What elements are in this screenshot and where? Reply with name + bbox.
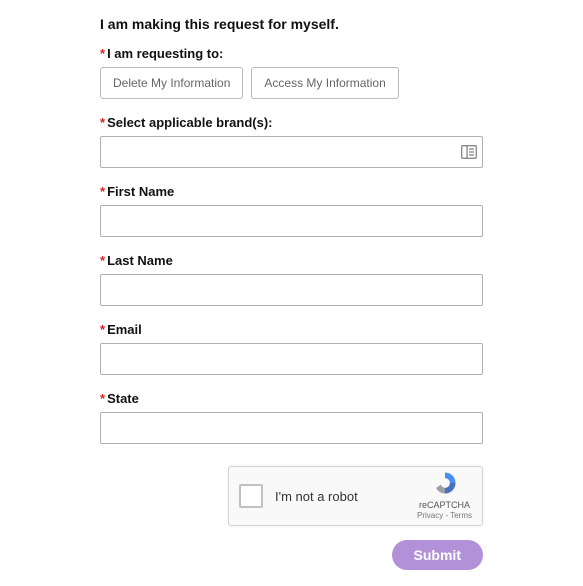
required-mark: * [100,46,105,61]
required-mark: * [100,253,105,268]
submit-button[interactable]: Submit [392,540,483,570]
form-heading: I am making this request for myself. [100,16,483,32]
required-mark: * [100,322,105,337]
access-info-button[interactable]: Access My Information [251,67,398,99]
first-name-input[interactable] [100,205,483,237]
submit-wrap: Submit [100,540,483,570]
recaptcha-icon [432,470,458,499]
email-input[interactable] [100,343,483,375]
state-group: *State [100,391,483,444]
first-name-label: *First Name [100,184,483,199]
delete-info-button[interactable]: Delete My Information [100,67,243,99]
required-mark: * [100,391,105,406]
request-type-label: *I am requesting to: [100,46,483,61]
brand-select-wrap [100,136,483,168]
captcha-wrap: I'm not a robot reCAPTCHA Privacy - Term… [100,466,483,526]
recaptcha-terms[interactable]: Privacy - Terms [417,511,472,521]
required-mark: * [100,115,105,130]
recaptcha-brand-name: reCAPTCHA [419,500,470,512]
recaptcha-box: I'm not a robot reCAPTCHA Privacy - Term… [228,466,483,526]
brand-label: *Select applicable brand(s): [100,115,483,130]
first-name-group: *First Name [100,184,483,237]
privacy-request-form: I am making this request for myself. *I … [0,16,583,570]
last-name-group: *Last Name [100,253,483,306]
recaptcha-brand: reCAPTCHA Privacy - Terms [417,470,472,521]
last-name-label-text: Last Name [107,253,173,268]
state-label: *State [100,391,483,406]
required-mark: * [100,184,105,199]
brand-select[interactable] [100,136,483,168]
brand-group: *Select applicable brand(s): [100,115,483,168]
recaptcha-checkbox[interactable] [239,484,263,508]
last-name-label: *Last Name [100,253,483,268]
request-type-label-text: I am requesting to: [107,46,223,61]
first-name-label-text: First Name [107,184,174,199]
state-input[interactable] [100,412,483,444]
email-label-text: Email [107,322,142,337]
request-options-row: Delete My Information Access My Informat… [100,67,483,99]
brand-label-text: Select applicable brand(s): [107,115,272,130]
email-group: *Email [100,322,483,375]
email-label: *Email [100,322,483,337]
request-type-group: *I am requesting to: Delete My Informati… [100,46,483,99]
recaptcha-label: I'm not a robot [275,489,417,504]
state-label-text: State [107,391,139,406]
last-name-input[interactable] [100,274,483,306]
